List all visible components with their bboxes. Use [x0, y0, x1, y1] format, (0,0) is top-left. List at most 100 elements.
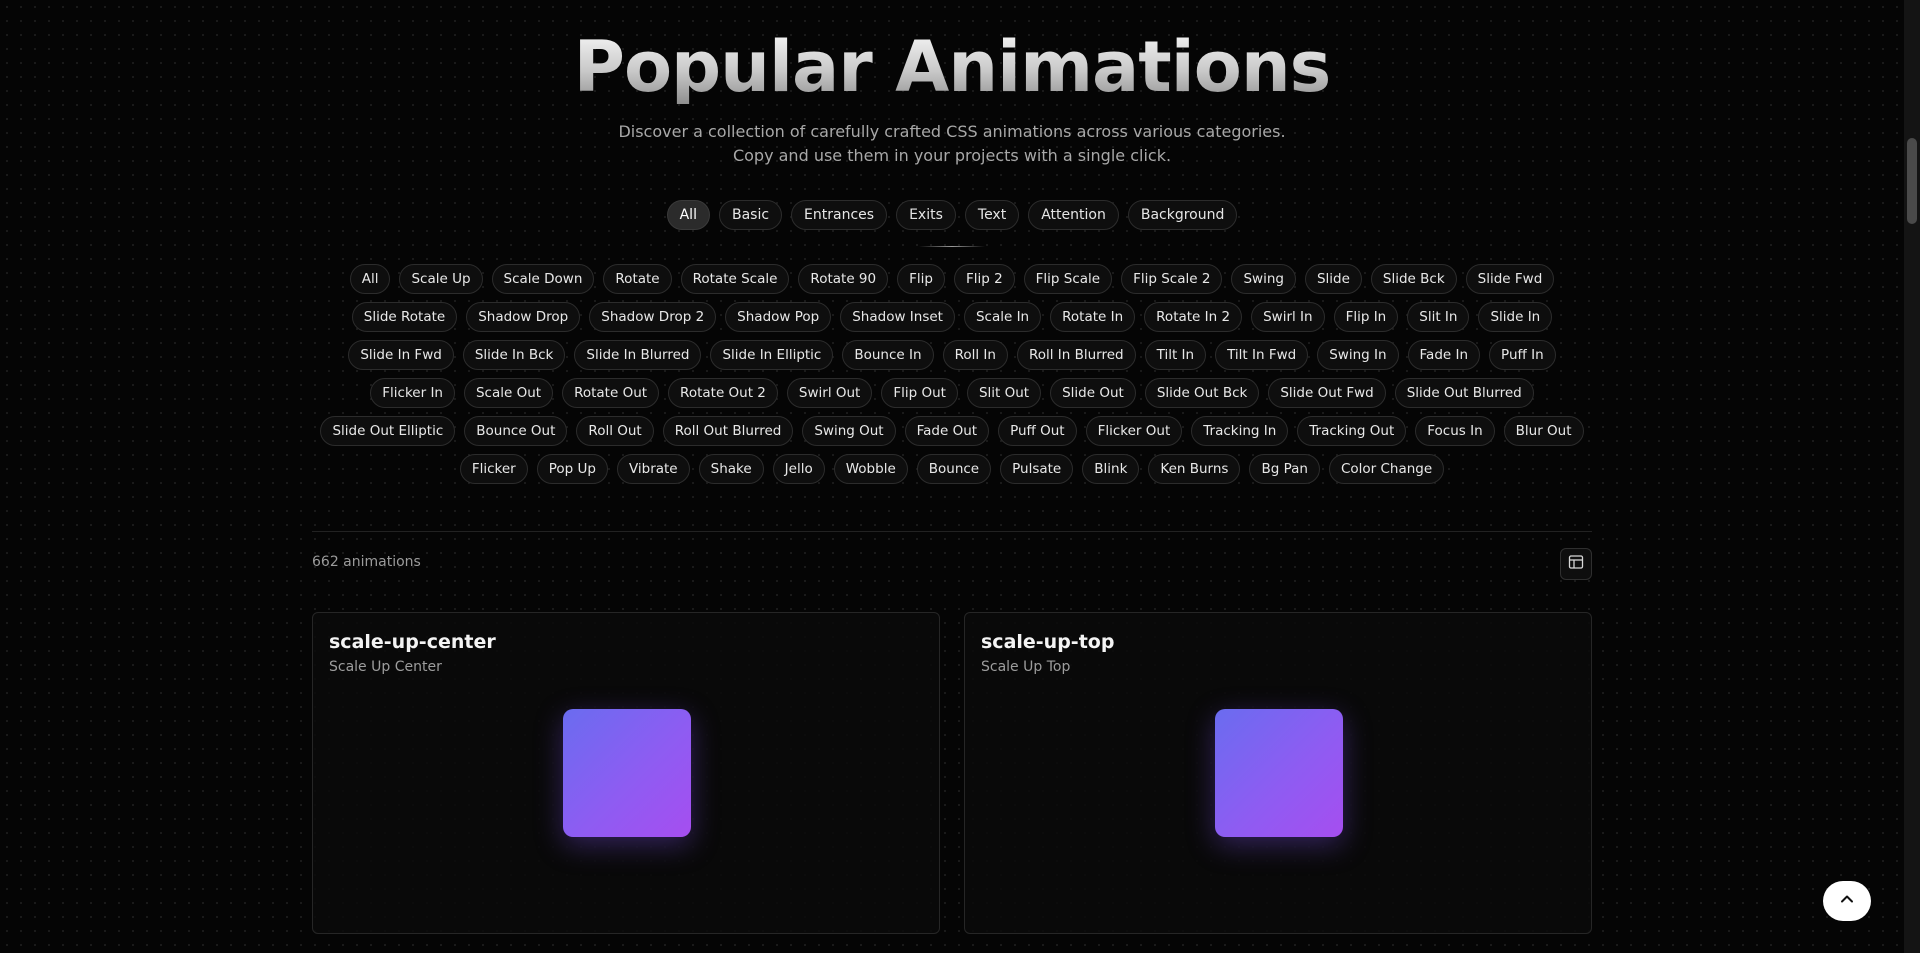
sub-category-chip[interactable]: Flip Scale	[1023, 264, 1113, 294]
tab-basic[interactable]: Basic	[718, 200, 783, 230]
sub-category-chip[interactable]: Scale Up	[399, 264, 483, 294]
sub-category-chip[interactable]: Flip Scale 2	[1121, 264, 1223, 294]
tab-all[interactable]: All	[666, 200, 710, 230]
sub-category-chip[interactable]: Wobble	[833, 454, 908, 484]
sub-category-chip[interactable]: Rotate 90	[798, 264, 889, 294]
sub-category-chip[interactable]: Rotate Out	[562, 378, 660, 408]
active-tab-underline	[919, 246, 985, 247]
sub-category-chip[interactable]: Rotate	[603, 264, 672, 294]
tab-attention[interactable]: Attention	[1028, 200, 1119, 230]
sub-category-chip[interactable]: Bounce In	[842, 340, 934, 370]
sub-category-chip[interactable]: Tracking Out	[1297, 416, 1407, 446]
sub-category-chip[interactable]: Shake	[698, 454, 764, 484]
layout-toggle-button[interactable]	[1560, 548, 1592, 580]
sub-category-chip[interactable]: Slide Out Fwd	[1268, 378, 1386, 408]
sub-category-chip[interactable]: Scale Out	[463, 378, 554, 408]
sub-category-chip[interactable]: Vibrate	[616, 454, 690, 484]
sub-category-chip[interactable]: Tracking In	[1191, 416, 1289, 446]
sub-category-chip[interactable]: Bounce Out	[464, 416, 568, 446]
sub-category-chip[interactable]: Puff Out	[998, 416, 1077, 446]
page-title: Popular Animations	[0, 30, 1904, 104]
sub-category-chip[interactable]: Rotate In	[1050, 302, 1136, 332]
tab-exits[interactable]: Exits	[896, 200, 956, 230]
sub-category-chip[interactable]: Slide Fwd	[1465, 264, 1555, 294]
sub-category-chip[interactable]: Slide Out	[1050, 378, 1136, 408]
category-tabs: All Basic Entrances Exits Text Attention…	[0, 200, 1904, 230]
sub-category-chip[interactable]: Jello	[772, 454, 825, 484]
sub-category-chip[interactable]: Shadow Drop	[466, 302, 581, 332]
sub-category-chip[interactable]: Swing In	[1317, 340, 1399, 370]
sub-category-chip[interactable]: Flip In	[1333, 302, 1399, 332]
animation-card[interactable]: scale-up-center Scale Up Center	[312, 612, 940, 934]
sub-category-chip[interactable]: Swing Out	[802, 416, 896, 446]
sub-category-chip[interactable]: Slit In	[1407, 302, 1470, 332]
sub-category-chip[interactable]: Slide Rotate	[351, 302, 458, 332]
sub-category-chip[interactable]: Slide Out Blurred	[1394, 378, 1534, 408]
scroll-to-top-button[interactable]	[1823, 881, 1871, 921]
animation-count: 662 animations	[312, 554, 421, 570]
sub-category-chip[interactable]: Slide	[1304, 264, 1362, 294]
sub-category-chip[interactable]: Shadow Inset	[840, 302, 955, 332]
animation-preview-box	[563, 709, 691, 837]
tab-text[interactable]: Text	[964, 200, 1020, 230]
section-divider	[312, 531, 1592, 532]
sub-category-chip[interactable]: Slide In Bck	[462, 340, 566, 370]
sub-category-chip[interactable]: Swing	[1231, 264, 1296, 294]
sub-category-chip[interactable]: Fade Out	[904, 416, 990, 446]
sub-category-chip[interactable]: Puff In	[1489, 340, 1556, 370]
sub-category-chip[interactable]: Slide Out Elliptic	[320, 416, 456, 446]
sub-category-chip[interactable]: Swirl In	[1251, 302, 1325, 332]
card-subtitle: Scale Up Center	[329, 659, 442, 675]
sub-category-chip[interactable]: Rotate In 2	[1144, 302, 1243, 332]
layout-icon	[1568, 554, 1584, 574]
sub-category-chip[interactable]: Blur Out	[1503, 416, 1584, 446]
sub-category-chip[interactable]: Slide In Elliptic	[710, 340, 834, 370]
sub-category-chip[interactable]: Scale Down	[491, 264, 595, 294]
sub-category-chip[interactable]: Slit Out	[966, 378, 1042, 408]
chevron-up-icon	[1838, 890, 1856, 912]
sub-category-chip[interactable]: Roll Out Blurred	[662, 416, 794, 446]
sub-category-chip[interactable]: Blink	[1082, 454, 1140, 484]
sub-category-chip[interactable]: Roll In	[942, 340, 1008, 370]
sub-category-chip[interactable]: Flip	[897, 264, 945, 294]
sub-category-chip[interactable]: Slide In Fwd	[348, 340, 454, 370]
sub-category-chip[interactable]: Bg Pan	[1249, 454, 1320, 484]
sub-category-chip[interactable]: Roll In Blurred	[1016, 340, 1136, 370]
sub-category-chip[interactable]: Shadow Pop	[725, 302, 832, 332]
animation-preview-box	[1215, 709, 1343, 837]
sub-category-chips: All Scale Up Scale Down Rotate Rotate Scale R…	[310, 264, 1594, 484]
sub-category-chip[interactable]: Rotate Scale	[680, 264, 790, 294]
sub-category-chip[interactable]: Tilt In	[1144, 340, 1207, 370]
sub-category-chip[interactable]: Slide In	[1478, 302, 1553, 332]
sub-category-chip[interactable]: Slide Bck	[1370, 264, 1457, 294]
sub-category-chip[interactable]: Fade In	[1407, 340, 1481, 370]
sub-category-chip[interactable]: Color Change	[1328, 454, 1445, 484]
sub-category-chip[interactable]: Scale In	[963, 302, 1042, 332]
card-title: scale-up-top	[981, 631, 1115, 653]
sub-category-chip[interactable]: Bounce	[916, 454, 992, 484]
sub-category-chip[interactable]: Pulsate	[1000, 454, 1074, 484]
page-scrollbar[interactable]	[1904, 0, 1920, 953]
sub-category-chip[interactable]: Tilt In Fwd	[1215, 340, 1309, 370]
sub-category-chip[interactable]: Swirl Out	[786, 378, 873, 408]
tab-background[interactable]: Background	[1127, 200, 1238, 230]
sub-category-chip[interactable]: Flip 2	[953, 264, 1015, 294]
sub-category-chip[interactable]: Pop Up	[536, 454, 608, 484]
scrollbar-thumb[interactable]	[1907, 138, 1917, 224]
page-subtitle: Discover a collection of carefully craft…	[618, 122, 1286, 165]
sub-category-chip[interactable]: Flicker	[459, 454, 528, 484]
sub-category-chip[interactable]: Slide Out Bck	[1144, 378, 1260, 408]
animation-card[interactable]: scale-up-top Scale Up Top	[964, 612, 1592, 934]
sub-category-chip[interactable]: All	[349, 264, 391, 294]
sub-category-chip[interactable]: Ken Burns	[1148, 454, 1241, 484]
tab-entrances[interactable]: Entrances	[791, 200, 888, 230]
sub-category-chip[interactable]: Rotate Out 2	[668, 378, 778, 408]
page: Popular Animations Discover a collection…	[0, 0, 1904, 953]
sub-category-chip[interactable]: Shadow Drop 2	[589, 302, 717, 332]
sub-category-chip[interactable]: Flicker Out	[1085, 416, 1183, 446]
sub-category-chip[interactable]: Roll Out	[576, 416, 654, 446]
sub-category-chip[interactable]: Focus In	[1415, 416, 1495, 446]
sub-category-chip[interactable]: Slide In Blurred	[574, 340, 702, 370]
sub-category-chip[interactable]: Flip Out	[881, 378, 958, 408]
sub-category-chip[interactable]: Flicker In	[370, 378, 455, 408]
